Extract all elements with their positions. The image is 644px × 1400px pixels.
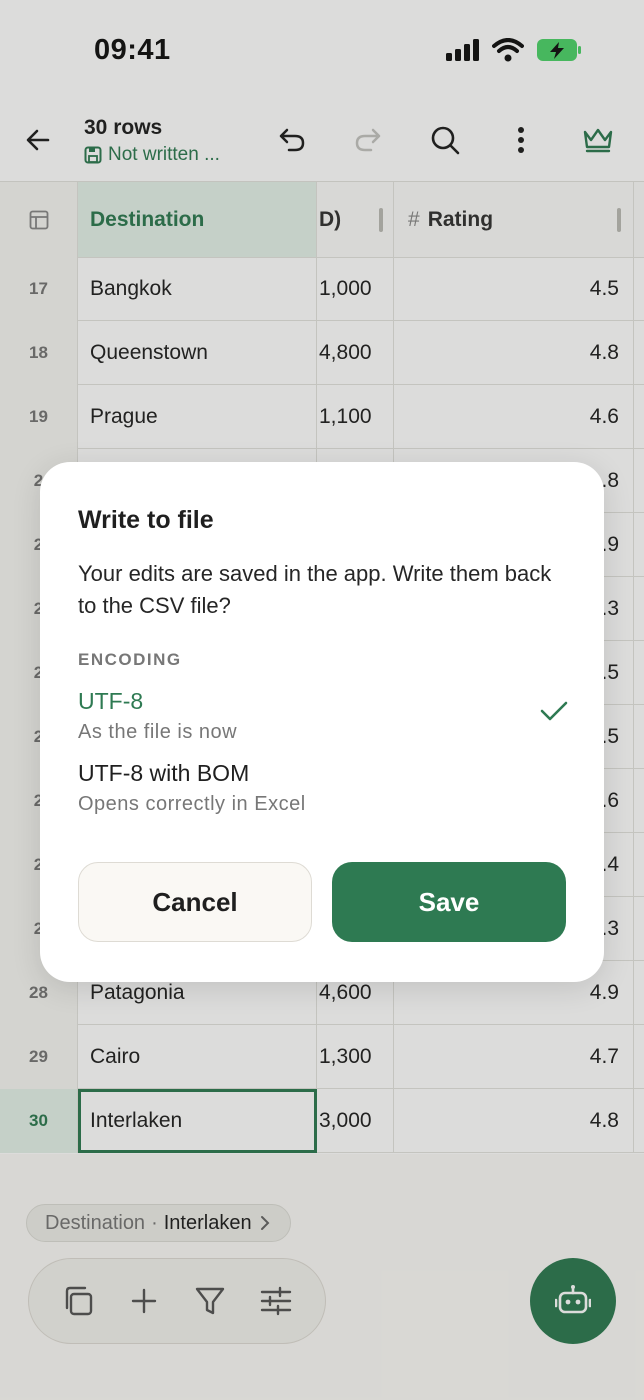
- dialog-title: Write to file: [78, 506, 214, 534]
- write-to-file-dialog: Write to file Your edits are saved in th…: [40, 462, 604, 982]
- option-title: UTF-8: [78, 688, 144, 714]
- dialog-message: Your edits are saved in the app. Write t…: [78, 561, 552, 618]
- option-subtitle: Opens correctly in Excel: [78, 793, 306, 815]
- option-subtitle: As the file is now: [78, 721, 238, 743]
- save-button[interactable]: Save: [332, 862, 566, 942]
- checkmark-icon: [540, 701, 568, 721]
- encoding-option-utf8-bom[interactable]: UTF-8 with BOM Opens correctly in Excel: [78, 760, 568, 816]
- cancel-button[interactable]: Cancel: [78, 862, 312, 942]
- option-title: UTF-8 with BOM: [78, 760, 250, 786]
- encoding-option-utf8[interactable]: UTF-8 As the file is now: [78, 688, 568, 744]
- encoding-section-label: ENCODING: [78, 650, 182, 669]
